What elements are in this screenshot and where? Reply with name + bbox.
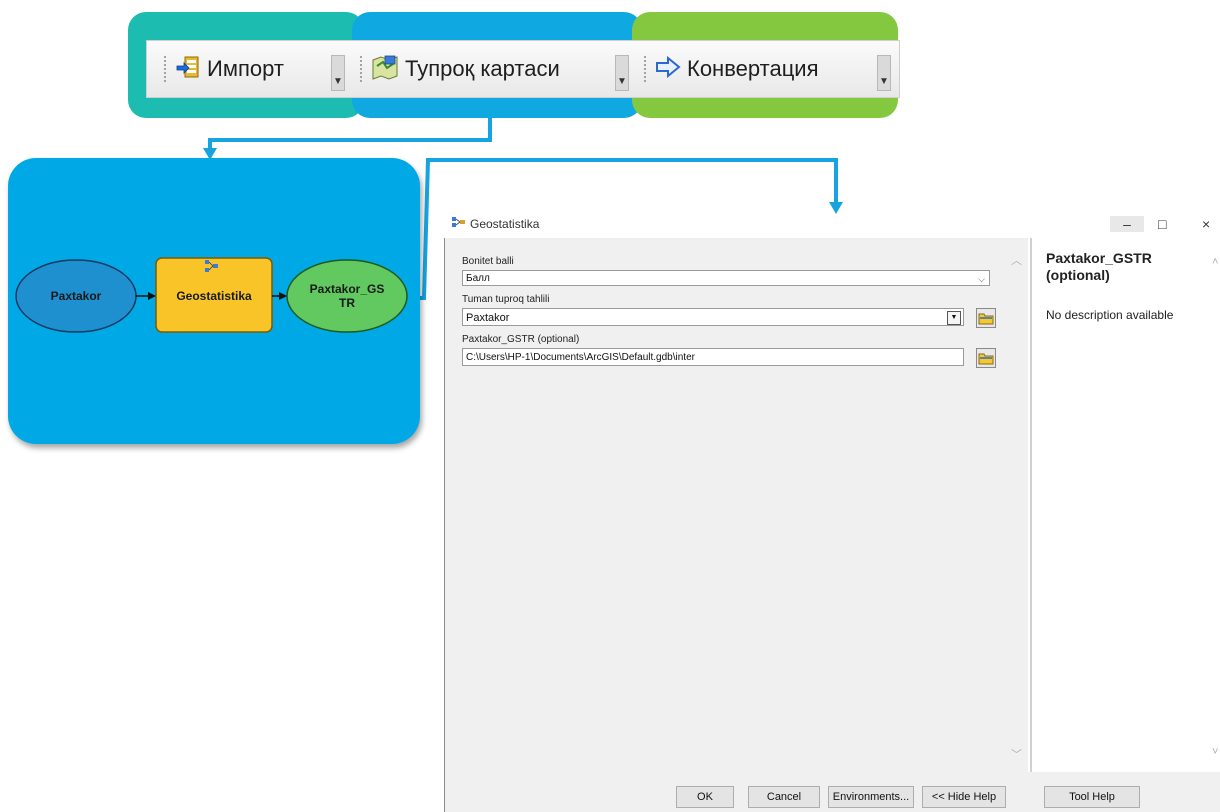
scroll-up-icon[interactable]: ︿ — [1011, 252, 1022, 268]
close-button[interactable]: × — [1202, 216, 1210, 232]
parameters-pane: Bonitet balli Балл ⌵ Tuman tuproq tahlil… — [444, 238, 1028, 772]
tuman-select-value: Paxtakor — [466, 312, 510, 324]
bonitet-select-value: Балл — [466, 273, 490, 284]
output-node-label[interactable]: Paxtakor_GS TR — [287, 282, 407, 310]
bonitet-select[interactable]: Балл ⌵ — [462, 270, 990, 286]
tool-node-label[interactable]: Geostatistika — [156, 289, 272, 303]
folder-icon — [978, 313, 994, 325]
maximize-button[interactable]: □ — [1158, 216, 1166, 232]
help-scroll-down-icon[interactable]: ˅ — [1212, 746, 1218, 758]
folder-icon — [978, 353, 994, 365]
hide-help-button[interactable]: << Hide Help — [922, 786, 1006, 808]
model-panel: Paxtakor Geostatistika Paxtakor_GS TR — [8, 158, 420, 444]
environments-button[interactable]: Environments... — [828, 786, 914, 808]
scroll-down-icon[interactable]: ﹀ — [1011, 746, 1022, 762]
model-tool-icon — [452, 216, 466, 231]
param-label-output: Paxtakor_GSTR (optional) — [462, 334, 580, 345]
help-heading: Paxtakor_GSTR (optional) — [1046, 250, 1152, 283]
tuman-select[interactable]: Paxtakor ▼ — [462, 308, 964, 326]
tool-help-button[interactable]: Tool Help — [1044, 786, 1140, 808]
dialog-title: Geostatistika — [452, 216, 539, 231]
param-label-bonitet: Bonitet balli — [462, 256, 514, 267]
output-node-label-line1: Paxtakor_GS — [309, 282, 385, 296]
dialog-title-text: Geostatistika — [470, 216, 540, 231]
output-path-input[interactable]: C:\Users\HP-1\Documents\ArcGIS\Default.g… — [462, 348, 964, 366]
output-node-label-line2: TR — [339, 296, 355, 310]
help-text: No description available — [1046, 308, 1174, 322]
input-node-label[interactable]: Paxtakor — [16, 289, 136, 303]
chevron-down-icon: ⌵ — [978, 274, 985, 284]
ok-button[interactable]: OK — [676, 786, 734, 808]
help-scroll-up-icon[interactable]: ˄ — [1212, 256, 1218, 268]
cancel-button[interactable]: Cancel — [748, 786, 820, 808]
minimize-button[interactable]: – — [1110, 216, 1144, 232]
tuman-browse-button[interactable] — [976, 308, 996, 328]
dropdown-arrow-icon: ▼ — [947, 311, 961, 325]
output-browse-button[interactable] — [976, 348, 996, 368]
param-label-tuman: Tuman tuproq tahlili — [462, 294, 550, 305]
help-pane: Paxtakor_GSTR (optional) No description … — [1030, 238, 1220, 772]
